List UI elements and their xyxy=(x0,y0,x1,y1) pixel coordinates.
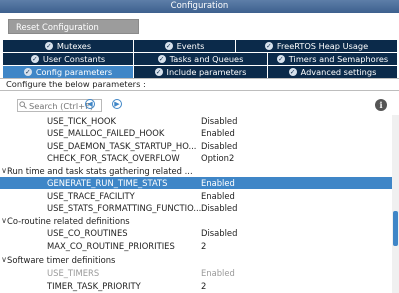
check-icon: ✓ xyxy=(154,68,163,76)
tab-user-constants[interactable]: ✓ User Constants xyxy=(3,53,133,65)
tree-group[interactable]: ∨ Software timer definitions xyxy=(0,254,392,266)
search-bar: ◀ ▶ i xyxy=(0,91,399,115)
tree-row[interactable]: USE_TIMERS Enabled xyxy=(0,267,392,279)
reset-configuration-button[interactable]: Reset Configuration xyxy=(8,19,139,34)
tab-advanced-settings[interactable]: ✓ Advanced settings xyxy=(268,66,397,78)
vertical-scrollbar[interactable] xyxy=(392,115,399,293)
tree-row[interactable]: TIMER_TASK_PRIORITY 2 xyxy=(0,280,392,292)
tab-mutexes[interactable]: ✓ Mutexes xyxy=(3,40,133,52)
search-previous-icon[interactable]: ◀ xyxy=(85,99,95,109)
tab-row-2: ✓ User Constants ✓ Tasks and Queues ✓ Timer… xyxy=(3,53,397,65)
check-icon: ✓ xyxy=(30,55,39,63)
tree-row[interactable]: MAX_CO_ROUTINE_PRIORITIES 2 xyxy=(0,240,392,252)
tab-row-1: ✓ Mutexes ✓ Events ✓ FreeRTOS Heap Usage xyxy=(3,40,397,52)
tab-freertos-heap-usage[interactable]: ✓ FreeRTOS Heap Usage xyxy=(236,40,397,52)
check-icon: ✓ xyxy=(164,42,173,50)
tree-row[interactable]: USE_DAEMON_TASK_STARTUP_HO... Disabled xyxy=(0,140,392,152)
info-icon[interactable]: i xyxy=(375,99,387,111)
tab-events[interactable]: ✓ Events xyxy=(134,40,235,52)
tab-config-parameters[interactable]: ✓ Config parameters xyxy=(3,66,133,78)
check-icon: ✓ xyxy=(44,42,53,50)
tab-include-parameters[interactable]: ✓ Include parameters xyxy=(134,66,267,78)
toolbar: Reset Configuration xyxy=(0,13,399,39)
search-next-icon[interactable]: ▶ xyxy=(112,99,122,109)
tree-row[interactable]: USE_MALLOC_FAILED_HOOK Enabled xyxy=(0,127,392,139)
window-title: Configuration xyxy=(0,0,399,13)
tree-row[interactable]: CHECK_FOR_STACK_OVERFLOW Option2 xyxy=(0,152,392,164)
configure-instructions: Configure the below parameters : xyxy=(0,78,399,91)
tab-tasks-and-queues[interactable]: ✓ Tasks and Queues xyxy=(134,53,267,65)
check-icon: ✓ xyxy=(264,42,273,50)
tree-group[interactable]: ∨ Run time and task stats gathering rela… xyxy=(0,165,392,177)
parameter-tree: USE_TICK_HOOK Disabled USE_MALLOC_FAILED… xyxy=(0,115,392,293)
tab-timers-and-semaphores[interactable]: ✓ Timers and Semaphores xyxy=(268,53,397,65)
tab-bar: ✓ Mutexes ✓ Events ✓ FreeRTOS Heap Usage ✓ U… xyxy=(0,39,399,78)
check-icon: ✓ xyxy=(157,55,166,63)
tab-row-3: ✓ Config parameters ✓ Include parameters ✓… xyxy=(3,66,397,78)
tree-row[interactable]: USE_TRACE_FACILITY Enabled xyxy=(0,190,392,202)
check-icon: ✓ xyxy=(276,55,285,63)
check-icon: ✓ xyxy=(23,68,32,76)
search-icon xyxy=(19,101,27,109)
tree-row[interactable]: USE_TICK_HOOK Disabled xyxy=(0,115,392,127)
scrollbar-thumb[interactable] xyxy=(393,211,398,246)
tree-row[interactable]: USE_CO_ROUTINES Disabled xyxy=(0,227,392,239)
check-icon: ✓ xyxy=(288,68,297,76)
tree-row[interactable]: USE_STATS_FORMATTING_FUNCTIO... Disabled xyxy=(0,202,392,214)
tree-row-selected[interactable]: GENERATE_RUN_TIME_STATS Enabled xyxy=(0,177,392,189)
tree-group[interactable]: ∨ Co-routine related definitions xyxy=(0,215,392,227)
